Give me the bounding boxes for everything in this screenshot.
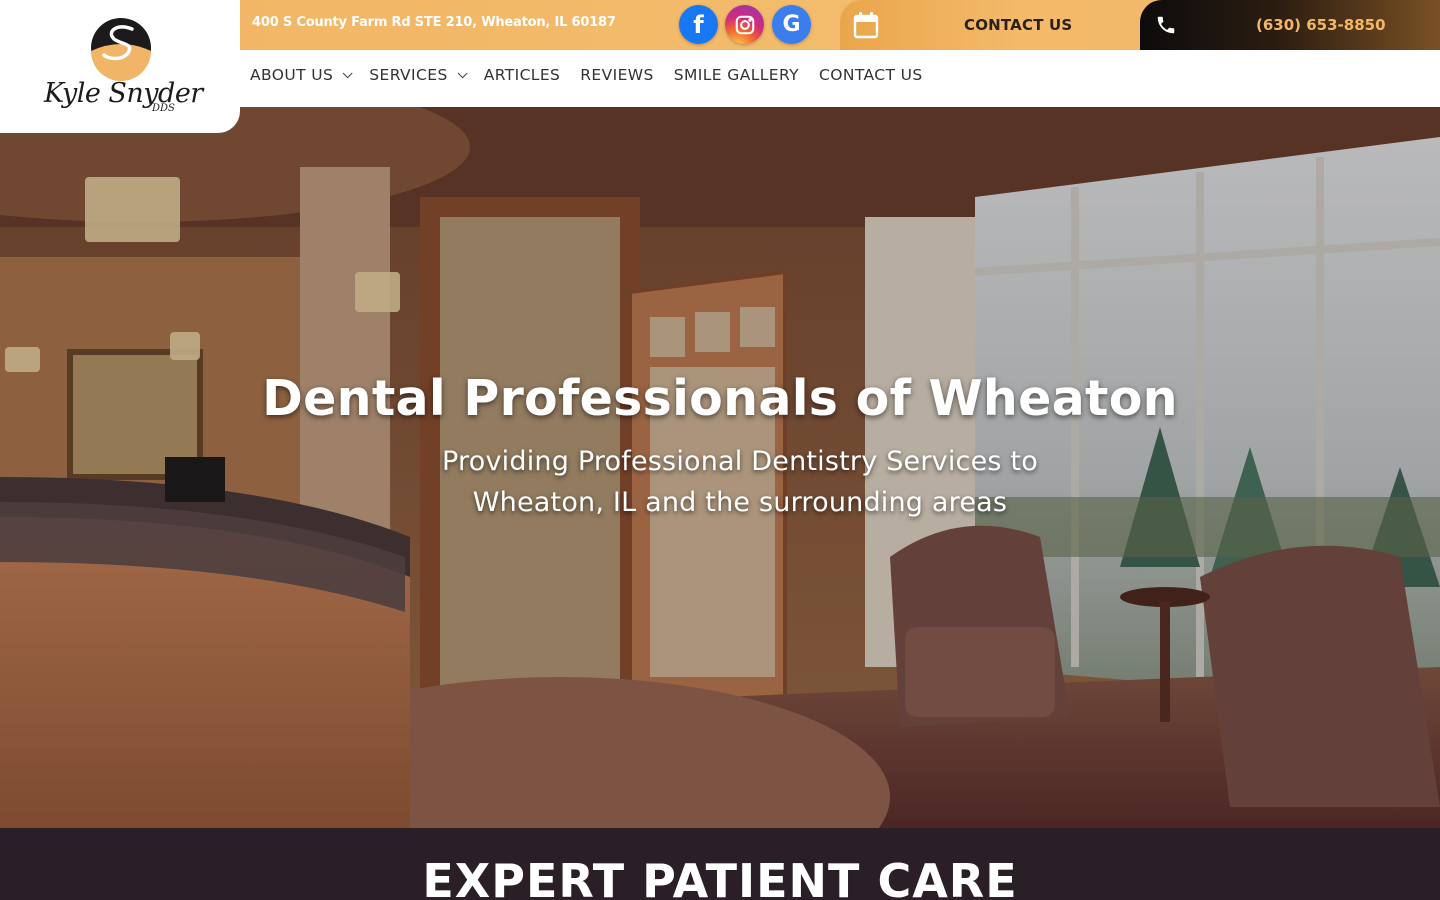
hero-subtitle: Providing Professional Dentistry Service… [442, 446, 1038, 518]
phone-icon [1155, 14, 1177, 41]
hero-banner: Dental Professionals of Wheaton Providin… [0, 107, 1440, 828]
instagram-icon[interactable] [725, 5, 764, 44]
chevron-down-icon [457, 67, 468, 78]
contact-us-label: CONTACT US [964, 16, 1073, 34]
phone-number: (630) 653-8850 [1256, 16, 1386, 34]
nav-menu: ABOUT US SERVICES ARTICLES REVIEWS SMILE… [250, 66, 943, 84]
logo-suffix: DDS [152, 103, 175, 114]
nav-item-about-us[interactable]: ABOUT US [250, 66, 353, 84]
nav-item-smile-gallery[interactable]: SMILE GALLERY [674, 66, 799, 84]
nav-item-contact-us[interactable]: CONTACT US [819, 66, 923, 84]
nav-item-label: SERVICES [369, 66, 448, 84]
logo-mark-icon [91, 18, 151, 81]
site-logo[interactable]: Kyle Snyder DDS [0, 0, 240, 133]
google-icon[interactable]: G [772, 5, 811, 44]
calendar-icon [853, 11, 879, 44]
facebook-icon[interactable]: f [679, 5, 718, 44]
contact-us-button[interactable]: CONTACT US [840, 0, 1140, 50]
nav-item-label: ABOUT US [250, 66, 334, 84]
section-title: EXPERT PATIENT CARE [422, 854, 1018, 900]
logo-name: Kyle Snyder [44, 78, 203, 109]
expert-care-section: EXPERT PATIENT CARE [0, 828, 1440, 900]
chevron-down-icon [342, 67, 353, 78]
hero-title: Dental Professionals of Wheaton [262, 370, 1178, 427]
office-address[interactable]: 400 S County Farm Rd STE 210, Wheaton, I… [252, 15, 616, 30]
nav-item-services[interactable]: SERVICES [369, 66, 468, 84]
nav-item-reviews[interactable]: REVIEWS [580, 66, 654, 84]
nav-item-articles[interactable]: ARTICLES [484, 66, 561, 84]
phone-button[interactable]: (630) 653-8850 [1140, 0, 1440, 50]
